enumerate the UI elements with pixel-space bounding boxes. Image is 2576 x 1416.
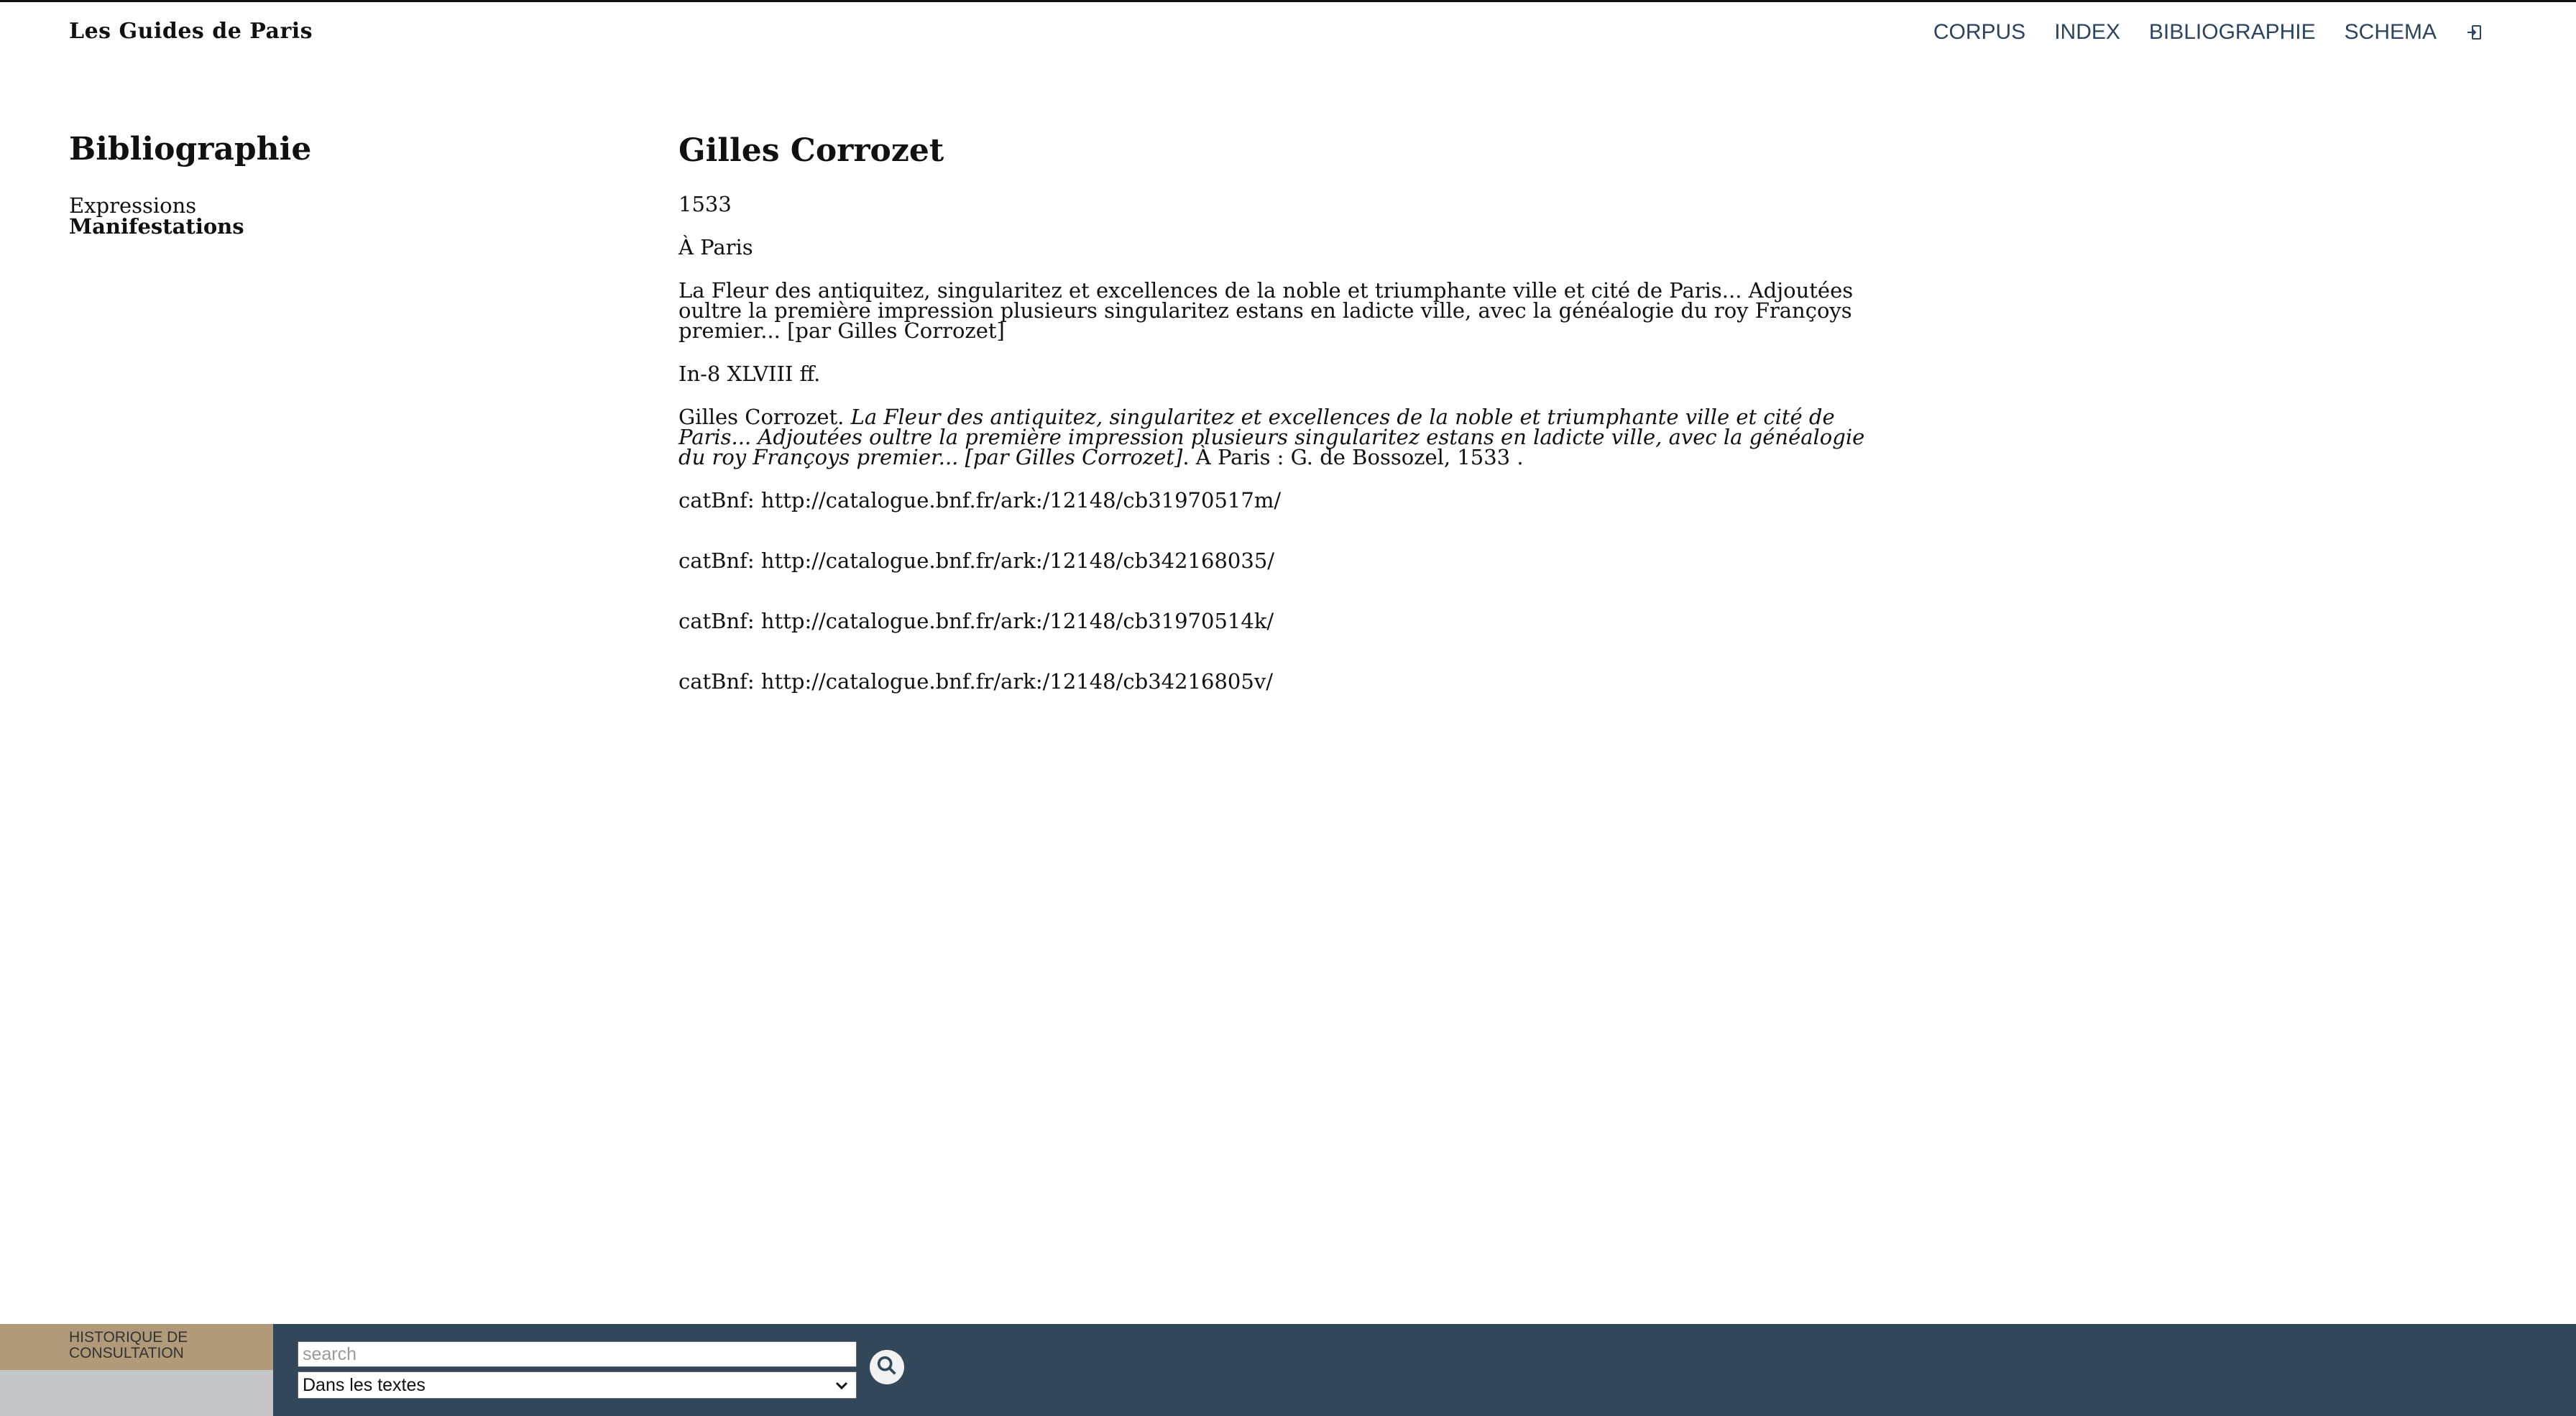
page-title: Gilles Corrozet — [678, 132, 944, 169]
citation-imprint: . À Paris : G. de Bossozel, 1533 . — [1182, 445, 1524, 469]
sidebar-item-manifestations[interactable]: Manifestations — [69, 216, 244, 237]
nav-bibliographie[interactable]: BIBLIOGRAPHIE — [2149, 20, 2316, 45]
history-tab[interactable]: HISTORIQUE DE CONSULTATION — [0, 1324, 273, 1370]
catalog-link-2[interactable]: catBnf: http://catalogue.bnf.fr/ark:/121… — [678, 548, 1274, 573]
sidebar-nav: Expressions Manifestations — [69, 196, 244, 237]
nav-corpus[interactable]: CORPUS — [1933, 20, 2025, 45]
nav-index[interactable]: INDEX — [2054, 20, 2120, 45]
search-icon — [875, 1353, 899, 1381]
citation: Gilles Corrozet. La Fleur des antiquitez… — [678, 407, 1872, 469]
search-input[interactable] — [298, 1341, 857, 1367]
sidebar-title: Bibliographie — [69, 131, 312, 167]
catalog-link-1[interactable]: catBnf: http://catalogue.bnf.fr/ark:/121… — [678, 488, 1281, 512]
catalog-link: catBnf: http://catalogue.bnf.fr/ark:/121… — [678, 609, 1872, 633]
publication-year: 1533 — [678, 192, 732, 216]
sign-in-icon[interactable] — [2465, 23, 2484, 42]
top-border — [0, 0, 2576, 2]
catalog-link: catBnf: http://catalogue.bnf.fr/ark:/121… — [678, 488, 1872, 512]
search-scope-select[interactable]: Dans les textes — [298, 1371, 857, 1399]
search-button[interactable] — [870, 1350, 904, 1384]
nav-schema[interactable]: SCHEMA — [2345, 20, 2437, 45]
history-panel: HISTORIQUE DE CONSULTATION — [0, 1324, 273, 1416]
work-title: La Fleur des antiquitez, singularitez et… — [678, 278, 1854, 343]
chevron-down-icon — [833, 1376, 850, 1394]
catalog-link: catBnf: http://catalogue.bnf.fr/ark:/121… — [678, 669, 1872, 694]
catalog-link-4[interactable]: catBnf: http://catalogue.bnf.fr/ark:/121… — [678, 669, 1273, 694]
catalog-link: catBnf: http://catalogue.bnf.fr/ark:/121… — [678, 551, 1872, 571]
site-title[interactable]: Les Guides de Paris — [69, 19, 313, 44]
main-nav: CORPUS INDEX BIBLIOGRAPHIE SCHEMA — [1933, 20, 2484, 45]
main-content: Gilles Corrozet 1533 À Paris La Fleur de… — [678, 131, 1872, 732]
footer-bar: HISTORIQUE DE CONSULTATION Dans les text… — [0, 1324, 2576, 1416]
physical-format: In-8 XLVIII ff. — [678, 362, 821, 386]
search-scope-value: Dans les textes — [303, 1374, 426, 1395]
publication-place: À Paris — [678, 235, 753, 259]
catalog-link-3[interactable]: catBnf: http://catalogue.bnf.fr/ark:/121… — [678, 609, 1274, 633]
sidebar-item-expressions[interactable]: Expressions — [69, 196, 244, 216]
